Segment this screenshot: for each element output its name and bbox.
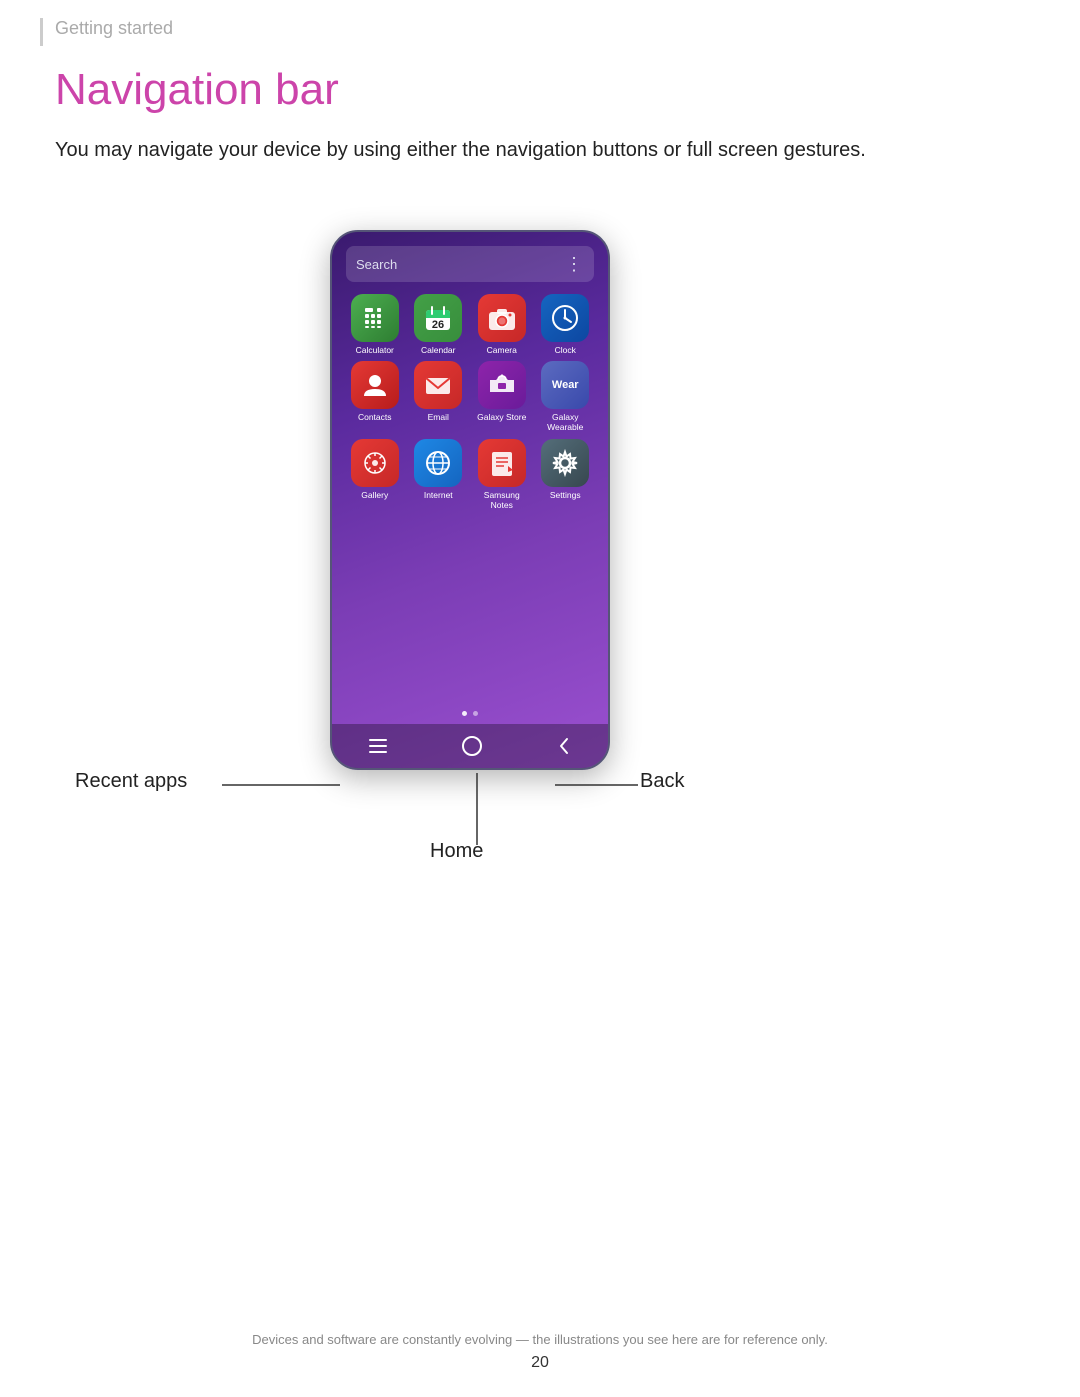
calculator-icon (351, 294, 399, 342)
app-item-samsung-notes: Samsung Notes (473, 439, 531, 510)
email-label: Email (428, 412, 449, 422)
clock-label: Clock (555, 345, 576, 355)
gallery-label: Gallery (361, 490, 388, 500)
page-indicator (332, 711, 608, 716)
svg-text:26: 26 (432, 319, 444, 331)
app-item-gallery: Gallery (346, 439, 404, 510)
galaxy-wearable-label: Galaxy Wearable (537, 412, 595, 432)
app-item-camera: Camera (473, 294, 531, 355)
phone-nav-bar (332, 724, 608, 768)
search-bar-menu-icon: ⋮ (565, 254, 584, 275)
app-item-settings: Settings (537, 439, 595, 510)
gallery-icon (351, 439, 399, 487)
label-recent-apps: Recent apps (75, 770, 187, 793)
phone-mockup: Search ⋮ (330, 230, 610, 770)
phone-search-bar: Search ⋮ (346, 246, 594, 282)
galaxy-wearable-icon: Wear (541, 361, 589, 409)
page-border-accent (40, 18, 43, 46)
settings-icon (541, 439, 589, 487)
samsung-notes-icon (478, 439, 526, 487)
page-number: 20 (0, 1354, 1080, 1372)
contacts-label: Contacts (358, 412, 392, 422)
galaxy-store-icon (478, 361, 526, 409)
settings-label: Settings (550, 490, 581, 500)
app-item-internet: Internet (410, 439, 468, 510)
app-item-galaxy-wearable: Wear Galaxy Wearable (537, 361, 595, 432)
contacts-icon (351, 361, 399, 409)
label-home: Home (430, 840, 483, 863)
internet-icon (414, 439, 462, 487)
breadcrumb: Getting started (55, 18, 173, 39)
phone-frame: Search ⋮ (330, 230, 610, 770)
clock-icon (541, 294, 589, 342)
footer-note: Devices and software are constantly evol… (0, 1332, 1080, 1347)
page-description: You may navigate your device by using ei… (55, 135, 955, 165)
search-bar-text: Search (356, 257, 397, 272)
home-btn (461, 735, 483, 757)
page-dot-2 (473, 711, 478, 716)
app-item-calendar: 26 Calendar (410, 294, 468, 355)
app-item-calculator: Calculator (346, 294, 404, 355)
calculator-label: Calculator (356, 345, 394, 355)
app-item-email: Email (410, 361, 468, 432)
label-back: Back (640, 770, 684, 793)
app-item-clock: Clock (537, 294, 595, 355)
page-dot-1 (462, 711, 467, 716)
samsung-notes-label: Samsung Notes (484, 490, 520, 510)
app-grid: Calculator 26 Calendar (346, 294, 594, 510)
recent-apps-btn (369, 739, 387, 753)
app-item-contacts: Contacts (346, 361, 404, 432)
page-title: Navigation bar (55, 65, 339, 115)
calendar-label: Calendar (421, 345, 456, 355)
calendar-icon: 26 (414, 294, 462, 342)
back-btn (557, 737, 571, 755)
camera-label: Camera (487, 345, 517, 355)
galaxy-store-label: Galaxy Store (477, 412, 526, 422)
internet-label: Internet (424, 490, 453, 500)
email-icon (414, 361, 462, 409)
app-item-galaxy-store: Galaxy Store (473, 361, 531, 432)
camera-icon (478, 294, 526, 342)
